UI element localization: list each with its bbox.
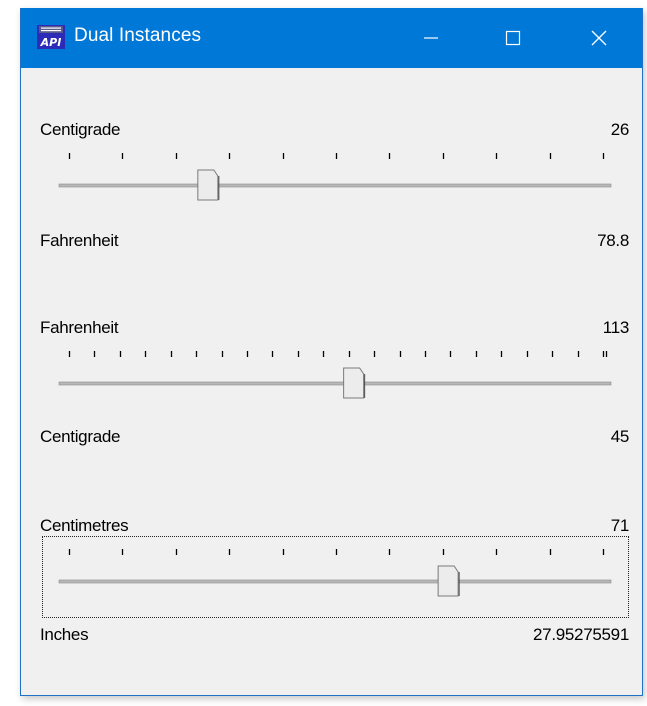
trackbar-graphic (58, 549, 612, 597)
c1-trackbar[interactable] (42, 148, 629, 216)
app-icon: API (37, 25, 65, 49)
c1-from-value: 26 (610, 120, 630, 139)
c3-from-value: 71 (610, 516, 630, 535)
c2-to-value: 45 (610, 427, 630, 446)
maximize-icon (505, 30, 521, 46)
c2-from-label: Fahrenheit (40, 318, 119, 337)
c1-from-label: Centigrade (40, 120, 121, 139)
c3-from-label: Centimetres (40, 516, 129, 535)
slider-thumb-shape (437, 565, 459, 597)
app-window: API Dual Instances Centigrade 26 Fahrenh… (20, 8, 643, 696)
title-bar[interactable]: API Dual Instances (21, 8, 642, 68)
slider-thumb-shape (343, 367, 365, 399)
trackbar-graphic (58, 153, 612, 201)
c3-to-value: 27.95275591 (533, 625, 629, 644)
c3-trackbar[interactable] (42, 544, 629, 612)
close-icon (591, 30, 607, 46)
c2-trackbar[interactable] (42, 346, 629, 414)
c2-to-label: Centigrade (40, 427, 121, 446)
slider-track (58, 183, 612, 188)
c2-from-value: 113 (602, 318, 630, 337)
c1-to-label: Fahrenheit (40, 231, 119, 250)
slider-thumb[interactable] (197, 169, 220, 201)
window-title: Dual Instances (74, 25, 202, 46)
app-icon-text: API (40, 36, 62, 49)
slider-track (58, 381, 612, 386)
minimize-button[interactable] (403, 8, 459, 68)
c1-to-value: 78.8 (597, 231, 629, 250)
minimize-icon (424, 37, 438, 39)
c3-to-label: Inches (40, 625, 89, 644)
slider-track (58, 579, 612, 584)
slider-thumb-shape (197, 169, 219, 201)
maximize-button[interactable] (485, 8, 541, 68)
slider-thumb[interactable] (437, 565, 460, 597)
close-button[interactable] (571, 8, 627, 68)
slider-thumb[interactable] (343, 367, 366, 399)
trackbar-graphic (58, 351, 612, 399)
